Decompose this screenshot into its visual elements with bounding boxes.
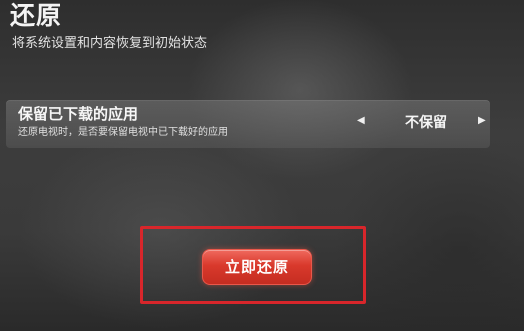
page-subtitle: 将系统设置和内容恢复到初始状态	[12, 36, 208, 51]
option-label: 保留已下载的应用	[18, 105, 139, 123]
option-description: 还原电视时，是否要保留电视中已下载好的应用	[18, 127, 228, 138]
page-title: 还原	[10, 1, 63, 30]
restore-now-button[interactable]: 立即还原	[202, 249, 312, 285]
keep-downloaded-apps-option[interactable]: 保留已下载的应用 还原电视时，是否要保留电视中已下载好的应用 ◀ 不保留 ▶	[6, 100, 490, 148]
chevron-right-icon[interactable]: ▶	[478, 114, 486, 128]
option-value: 不保留	[405, 115, 447, 131]
tv-settings-screen: 还原 将系统设置和内容恢复到初始状态 保留已下载的应用 还原电视时，是否要保留电…	[0, 0, 524, 331]
chevron-left-icon[interactable]: ◀	[357, 114, 365, 128]
